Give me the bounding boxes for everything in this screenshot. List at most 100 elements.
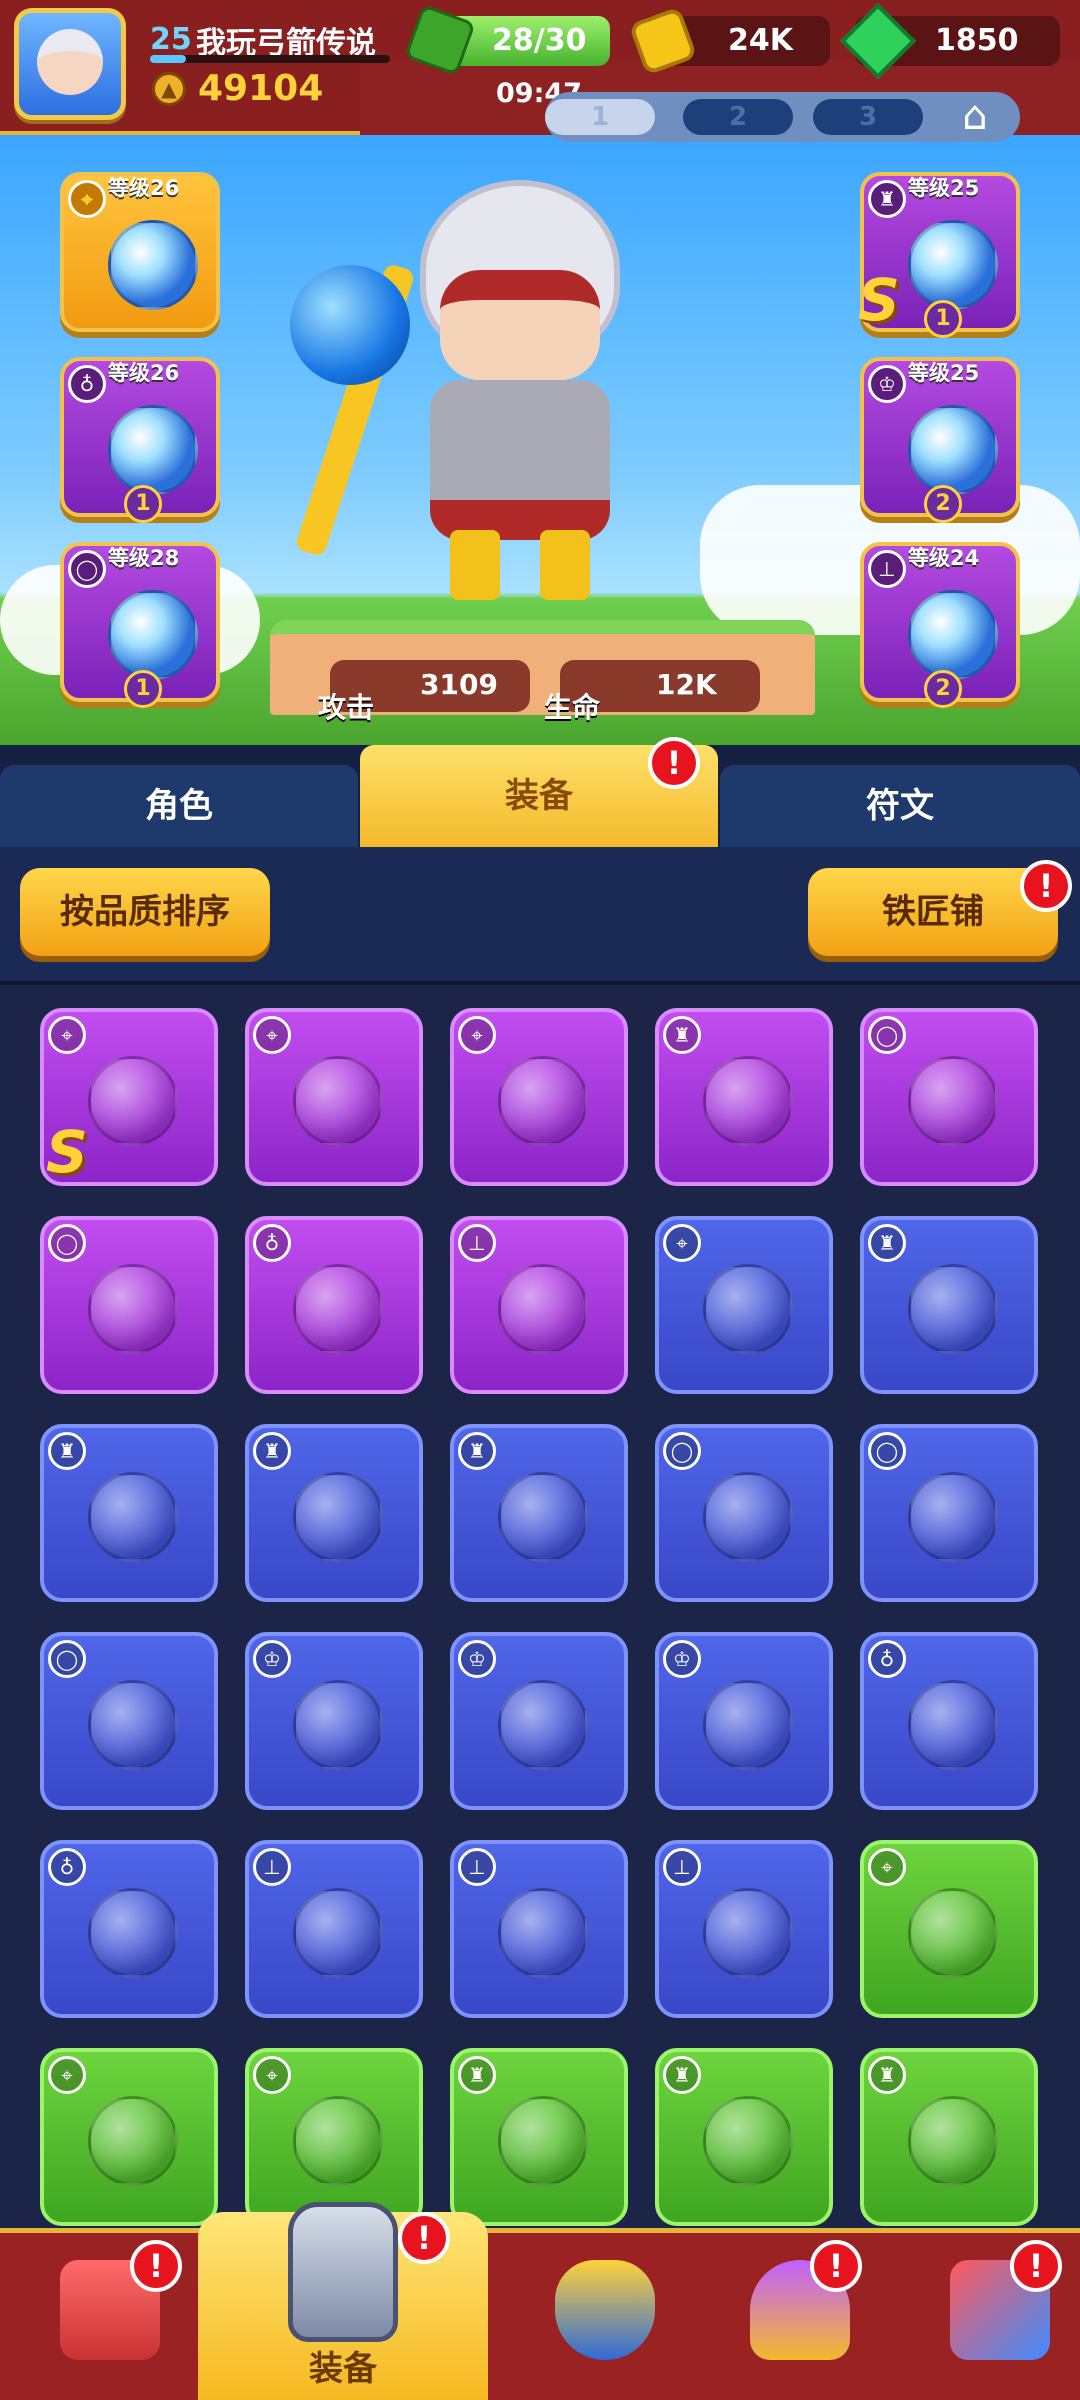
- ring-icon: [908, 1056, 998, 1146]
- ring-icon: [108, 590, 198, 680]
- inventory-item[interactable]: ♔: [245, 1632, 423, 1810]
- inventory-item[interactable]: ♔: [450, 1632, 628, 1810]
- nav-equipment-label: 装备: [309, 2349, 377, 2389]
- equipped-slot-armor[interactable]: 等级25 ♜ 1 S: [858, 172, 1020, 338]
- necklace-category-icon: ♁: [68, 365, 106, 403]
- blacksmith-alert: !: [1020, 860, 1072, 912]
- blacksmith-button[interactable]: 铁匠铺 !: [808, 860, 1072, 956]
- helmet-category-icon: ♔: [868, 365, 906, 403]
- inventory-item[interactable]: ◯: [40, 1632, 218, 1810]
- nav-trophy-alert: !: [810, 2240, 862, 2292]
- inventory-item[interactable]: ⌖ S: [40, 1008, 218, 1186]
- inventory-item[interactable]: ⊥: [450, 1840, 628, 2018]
- loadout-tabs: 1 2 3 ⌂: [545, 92, 1020, 142]
- gem-counter[interactable]: 1850: [839, 2, 1060, 80]
- armor-category-icon: ♜: [253, 1432, 291, 1470]
- octopus-necklace-icon: [88, 1888, 178, 1978]
- nav-equipment[interactable]: ! 装备: [198, 2202, 488, 2400]
- ring-category-icon: ◯: [663, 1432, 701, 1470]
- equipped-slot-boots[interactable]: 等级24 ⊥ 2: [860, 542, 1020, 708]
- inventory-item[interactable]: ⌖: [860, 1840, 1038, 2018]
- equipped-slot-ring[interactable]: 等级28 ◯ 1: [60, 542, 220, 708]
- slot-star-level: 2: [924, 670, 962, 708]
- nav-shop[interactable]: !: [20, 2240, 182, 2390]
- jade-boots-icon: [703, 1888, 793, 1978]
- energy-counter[interactable]: 28/30: [404, 4, 610, 76]
- equipped-slot-helmet[interactable]: 等级25 ♔ 2: [860, 357, 1020, 523]
- blacksmith-button-label: 铁匠铺: [882, 892, 984, 932]
- loadout-tab-3[interactable]: 3: [813, 99, 923, 135]
- tab-character-label: 角色: [145, 786, 213, 826]
- weapon-category-icon: ⌖: [68, 180, 106, 218]
- slot-level: 等级28: [108, 546, 180, 570]
- armor-category-icon: ♜: [868, 180, 906, 218]
- hp-label: 生命: [544, 691, 601, 724]
- inventory-item[interactable]: ♜: [655, 1008, 833, 1186]
- slot-level: 等级24: [908, 546, 980, 570]
- tab-character[interactable]: 角色: [0, 765, 358, 847]
- tab-runes[interactable]: 符文: [720, 765, 1080, 847]
- nav-trophy[interactable]: !: [710, 2240, 862, 2390]
- armor-category-icon: ♜: [458, 1432, 496, 1470]
- player-avatar[interactable]: [14, 8, 126, 120]
- inventory-item[interactable]: ♜: [245, 1424, 423, 1602]
- boots-category-icon: ⊥: [458, 1848, 496, 1886]
- sort-by-quality-button[interactable]: 按品质排序: [20, 868, 270, 956]
- inventory-item[interactable]: ◯: [40, 1216, 218, 1394]
- boots-icon: [908, 590, 998, 680]
- inventory-item[interactable]: ♜: [860, 2048, 1038, 2226]
- inventory-item[interactable]: ♁: [40, 1840, 218, 2018]
- inventory-item[interactable]: ⌖: [245, 1008, 423, 1186]
- inventory-item[interactable]: ♁: [860, 1632, 1038, 1810]
- ring-icon: [908, 1472, 998, 1562]
- inventory-item[interactable]: ⌖: [40, 2048, 218, 2226]
- crown-icon: [908, 405, 998, 495]
- inventory-item[interactable]: ♜: [450, 1424, 628, 1602]
- coin-value: 24K: [728, 23, 793, 58]
- inventory-item[interactable]: ⊥: [245, 1840, 423, 2018]
- ring-category-icon: ◯: [68, 550, 106, 588]
- ring-category-icon: ◯: [48, 1224, 86, 1262]
- inventory-item[interactable]: ♜: [655, 2048, 833, 2226]
- boots-category-icon: ⊥: [663, 1848, 701, 1886]
- armor-icon: [703, 2096, 793, 2186]
- boots-icon: [498, 1264, 588, 1354]
- nav-events[interactable]: !: [910, 2240, 1062, 2390]
- weapon-category-icon: ⌖: [253, 2056, 291, 2094]
- inventory-item[interactable]: ◯: [860, 1424, 1038, 1602]
- spear-icon: [88, 1056, 178, 1146]
- inventory-item[interactable]: ◯: [860, 1008, 1038, 1186]
- coin-counter[interactable]: 24K: [628, 6, 830, 76]
- hero-character[interactable]: [290, 170, 680, 620]
- loadout-tab-2[interactable]: 2: [683, 99, 793, 135]
- tab-equipment-alert: !: [648, 737, 700, 789]
- inventory-item[interactable]: ⌖: [245, 2048, 423, 2226]
- equipped-slot-necklace[interactable]: 等级26 ♁ 1: [60, 357, 220, 523]
- slot-level: 等级26: [108, 176, 180, 200]
- inventory-item[interactable]: ⊥: [655, 1840, 833, 2018]
- nav-guild[interactable]: [515, 2240, 665, 2390]
- attack-label: 攻击: [318, 691, 375, 724]
- inventory-item[interactable]: ⊥: [450, 1216, 628, 1394]
- bow-icon: [908, 1888, 998, 1978]
- inventory-item[interactable]: ♜: [40, 1424, 218, 1602]
- inventory-item[interactable]: ⌖: [655, 1216, 833, 1394]
- inventory-item[interactable]: ♜: [860, 1216, 1038, 1394]
- attack-stat: 攻击 3109: [318, 660, 530, 724]
- cloak-icon: [703, 1056, 793, 1146]
- power-icon: ▲: [152, 72, 186, 106]
- inventory-item[interactable]: ⌖: [450, 1008, 628, 1186]
- inventory-item[interactable]: ♁: [245, 1216, 423, 1394]
- equipped-slot-weapon[interactable]: 等级26 ⌖: [60, 172, 220, 332]
- inventory-item[interactable]: ◯: [655, 1424, 833, 1602]
- inventory-item[interactable]: ♔: [655, 1632, 833, 1810]
- weapon-category-icon: ⌖: [48, 2056, 86, 2094]
- tab-equipment[interactable]: 装备 !: [360, 737, 718, 847]
- nav-events-alert: !: [1010, 2240, 1062, 2292]
- bow-icon: [293, 1056, 383, 1146]
- inventory-item[interactable]: ♜: [450, 2048, 628, 2226]
- loadout-tab-1[interactable]: 1: [545, 99, 655, 135]
- orange-ring-icon: [88, 1680, 178, 1770]
- hanger-icon[interactable]: ⌂: [945, 92, 1005, 142]
- armor-icon: [908, 220, 998, 310]
